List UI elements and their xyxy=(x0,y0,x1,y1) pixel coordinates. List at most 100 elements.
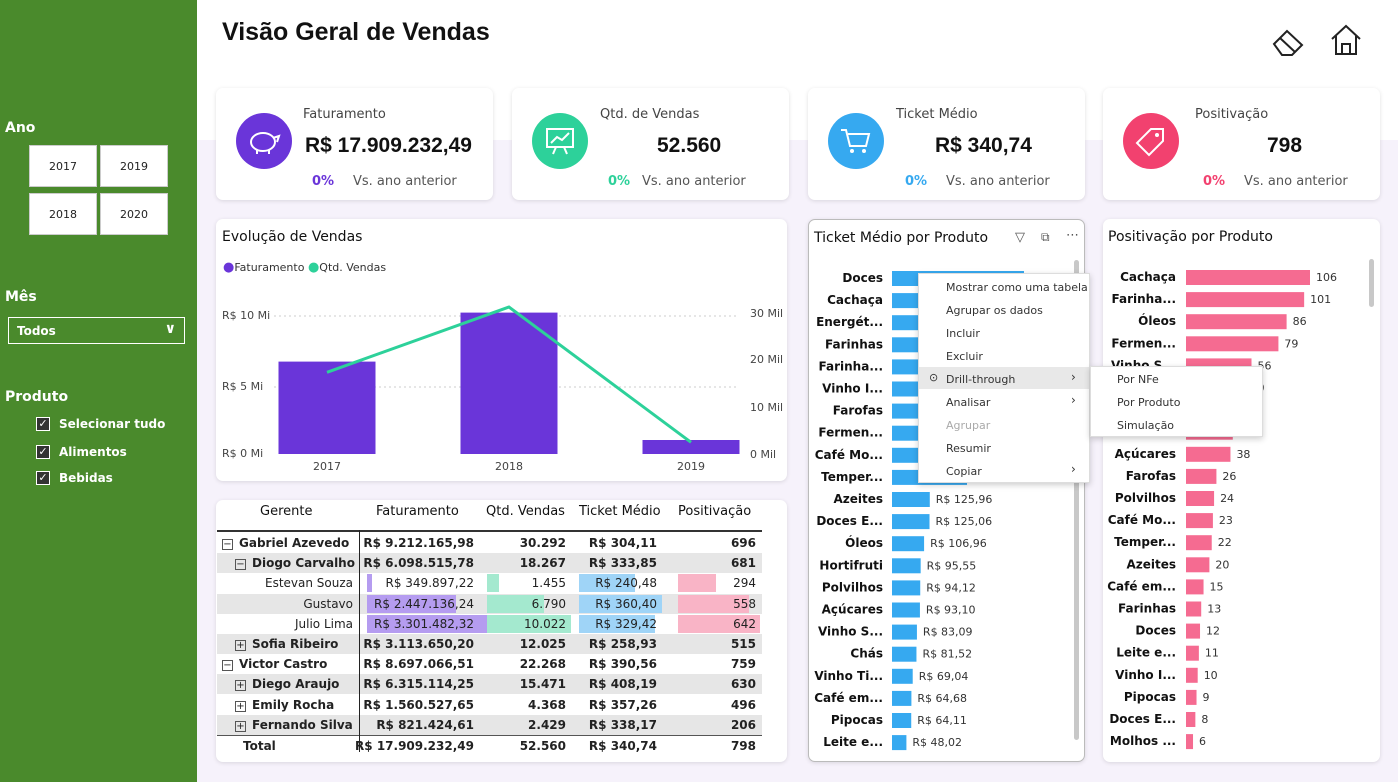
cell-qtd: 1.455 xyxy=(531,576,566,591)
expand-icon[interactable]: + xyxy=(235,720,246,732)
bar[interactable] xyxy=(1186,468,1217,484)
bar[interactable] xyxy=(892,536,925,552)
positivacao-chart-card[interactable]: Positivação por Produto Cachaça 106 Farinh… xyxy=(1103,219,1380,762)
data-label: 8 xyxy=(1201,713,1208,726)
bar[interactable] xyxy=(892,580,921,596)
bar[interactable] xyxy=(1186,336,1279,352)
table-row[interactable]: + Diego Araujo R$ 6.315.114,25 15.471 R$ 408… xyxy=(217,674,762,695)
table-row[interactable]: Julio Lima R$ 3.301.482,32 10.022 R$ 329,42… xyxy=(217,614,762,634)
bar[interactable] xyxy=(1186,491,1215,506)
submenu-item-por-produto[interactable]: Por Produto xyxy=(1117,396,1180,409)
mes-dropdown[interactable]: Todos ∨ xyxy=(8,317,185,344)
collapse-icon[interactable]: − xyxy=(222,539,233,550)
bar[interactable] xyxy=(1186,689,1197,705)
table-row[interactable]: Gustavo R$ 2.447.136,24 6.790 R$ 360,40 558 xyxy=(217,593,762,614)
kpi-card-ticket-medio[interactable]: Ticket Médio R$ 340,74 0% Vs. ano anteri… xyxy=(808,88,1085,200)
table-row[interactable]: Estevan Souza R$ 349.897,22 1.455 R$ 240,48… xyxy=(217,573,762,593)
cell-fat: R$ 821.424,61 xyxy=(376,717,474,732)
bar[interactable] xyxy=(1186,623,1201,639)
cell-pos: 630 xyxy=(730,677,756,692)
data-bar xyxy=(678,574,716,593)
menu-item-incluir[interactable]: Incluir xyxy=(946,327,980,340)
bar[interactable] xyxy=(892,492,930,507)
eraser-icon[interactable] xyxy=(1270,26,1306,58)
bar[interactable] xyxy=(892,668,913,684)
expand-icon[interactable]: + xyxy=(235,640,246,651)
bar-faturamento[interactable] xyxy=(278,361,376,454)
cell-pos: 759 xyxy=(730,657,756,672)
menu-item-resumir[interactable]: Resumir xyxy=(946,442,991,455)
produto-option-bebidas[interactable]: ✓ Bebidas xyxy=(36,471,113,485)
table-row[interactable]: − Gabriel Azevedo R$ 9.212.165,98 30.292 R$ … xyxy=(217,533,762,553)
submenu-item-simulacao[interactable]: Simulação xyxy=(1117,419,1174,432)
submenu-item-por-nfe[interactable]: Por NFe xyxy=(1117,373,1159,386)
year-2018-button[interactable]: 2018 xyxy=(29,193,97,235)
cell-tm: R$ 408,19 xyxy=(588,677,657,692)
bar[interactable] xyxy=(892,713,912,728)
table-row[interactable]: + Fernando Silva R$ 821.424,61 2.429 R$ 338,… xyxy=(217,714,762,735)
menu-item-analisar[interactable]: Analisar xyxy=(946,396,990,409)
bar[interactable] xyxy=(892,602,920,618)
produto-option-selecionar-tudo[interactable]: ✓ Selecionar tudo xyxy=(36,417,165,431)
cell-qtd: 52.560 xyxy=(519,739,566,753)
cell-qtd: 30.292 xyxy=(519,536,566,550)
year-2017-button[interactable]: 2017 xyxy=(29,145,97,187)
menu-item-drill-through[interactable]: Drill-through xyxy=(946,373,1015,386)
bar[interactable] xyxy=(1186,270,1310,285)
bar[interactable] xyxy=(1186,292,1305,308)
bar[interactable] xyxy=(1186,712,1196,727)
bar[interactable] xyxy=(892,690,912,706)
bar[interactable] xyxy=(892,558,921,574)
cell-fat: R$ 9.212.165,98 xyxy=(363,536,474,550)
year-2020-button[interactable]: 2020 xyxy=(100,193,168,235)
menu-item-agrupar-dados[interactable]: Agrupar os dados xyxy=(946,304,1043,317)
bar[interactable] xyxy=(1186,734,1194,750)
menu-item-copiar[interactable]: Copiar xyxy=(946,465,982,478)
bar[interactable] xyxy=(1186,601,1202,617)
cell-fat: R$ 349.897,22 xyxy=(385,576,475,591)
bar[interactable] xyxy=(892,646,917,662)
bar[interactable] xyxy=(892,735,907,751)
table-row[interactable]: − Diogo Carvalho R$ 6.098.515,78 18.267 R$ 3… xyxy=(217,553,762,574)
year-2019-button[interactable]: 2019 xyxy=(100,145,168,187)
category-label: Chás xyxy=(850,647,883,661)
produto-option-alimentos[interactable]: ✓ Alimentos xyxy=(36,445,127,459)
bar[interactable] xyxy=(1186,557,1210,573)
kpi-card-qtd-vendas[interactable]: Qtd. de Vendas 52.560 0% Vs. ano anterio… xyxy=(512,88,789,200)
expand-icon[interactable]: + xyxy=(235,680,246,692)
bar[interactable] xyxy=(1186,314,1287,330)
bar[interactable] xyxy=(1186,535,1212,551)
category-label: Café em... xyxy=(814,691,883,705)
bar[interactable] xyxy=(892,514,930,530)
bar[interactable] xyxy=(1186,667,1198,683)
bar[interactable] xyxy=(892,624,917,640)
bar[interactable] xyxy=(1186,579,1204,595)
collapse-icon[interactable]: − xyxy=(222,660,233,672)
shopping-cart-icon xyxy=(828,113,884,169)
data-label: 20 xyxy=(1215,558,1229,571)
context-menu: Mostrar como uma tabela Agrupar os dados… xyxy=(918,273,1090,483)
menu-item-mostrar-tabela[interactable]: Mostrar como uma tabela xyxy=(946,281,1088,294)
cell-pos: 294 xyxy=(733,576,756,591)
table-row[interactable]: + Sofia Ribeiro R$ 3.113.650,20 12.025 R$ 25… xyxy=(217,634,762,654)
kpi-card-positivacao[interactable]: Positivação 798 0% Vs. ano anterior xyxy=(1103,88,1380,200)
kpi-card-faturamento[interactable]: Faturamento R$ 17.909.232,49 0% Vs. ano … xyxy=(216,88,493,200)
expand-icon[interactable]: + xyxy=(235,700,246,712)
collapse-icon[interactable]: − xyxy=(235,559,246,571)
kpi-label: Qtd. de Vendas xyxy=(600,107,700,122)
menu-item-excluir[interactable]: Excluir xyxy=(946,350,983,363)
table-row[interactable]: + Emily Rocha R$ 1.560.527,65 4.368 R$ 357,2… xyxy=(217,695,762,715)
table-row[interactable]: − Victor Castro R$ 8.697.066,51 22.268 R$ 39… xyxy=(217,654,762,674)
bar[interactable] xyxy=(1186,446,1231,462)
bar[interactable] xyxy=(1186,645,1199,661)
positivacao-bars: Cachaça 106Farinha... 101Óleos 86Fermen... 7… xyxy=(1107,270,1337,750)
table-row[interactable]: Total R$ 17.909.232,49 52.560 R$ 340,74 798 xyxy=(217,735,762,755)
home-icon[interactable] xyxy=(1328,22,1364,58)
x-tick-label: 2019 xyxy=(677,460,705,473)
data-label: R$ 94,12 xyxy=(926,581,976,594)
row-label: Gustavo xyxy=(303,596,353,611)
bar[interactable] xyxy=(1186,513,1213,529)
cell-tm: R$ 338,17 xyxy=(588,717,657,732)
category-label: Farinha... xyxy=(1112,292,1176,306)
evolucao-chart-card[interactable]: Evolução de Vendas ●Faturamento ●Qtd. Ve… xyxy=(216,219,787,481)
